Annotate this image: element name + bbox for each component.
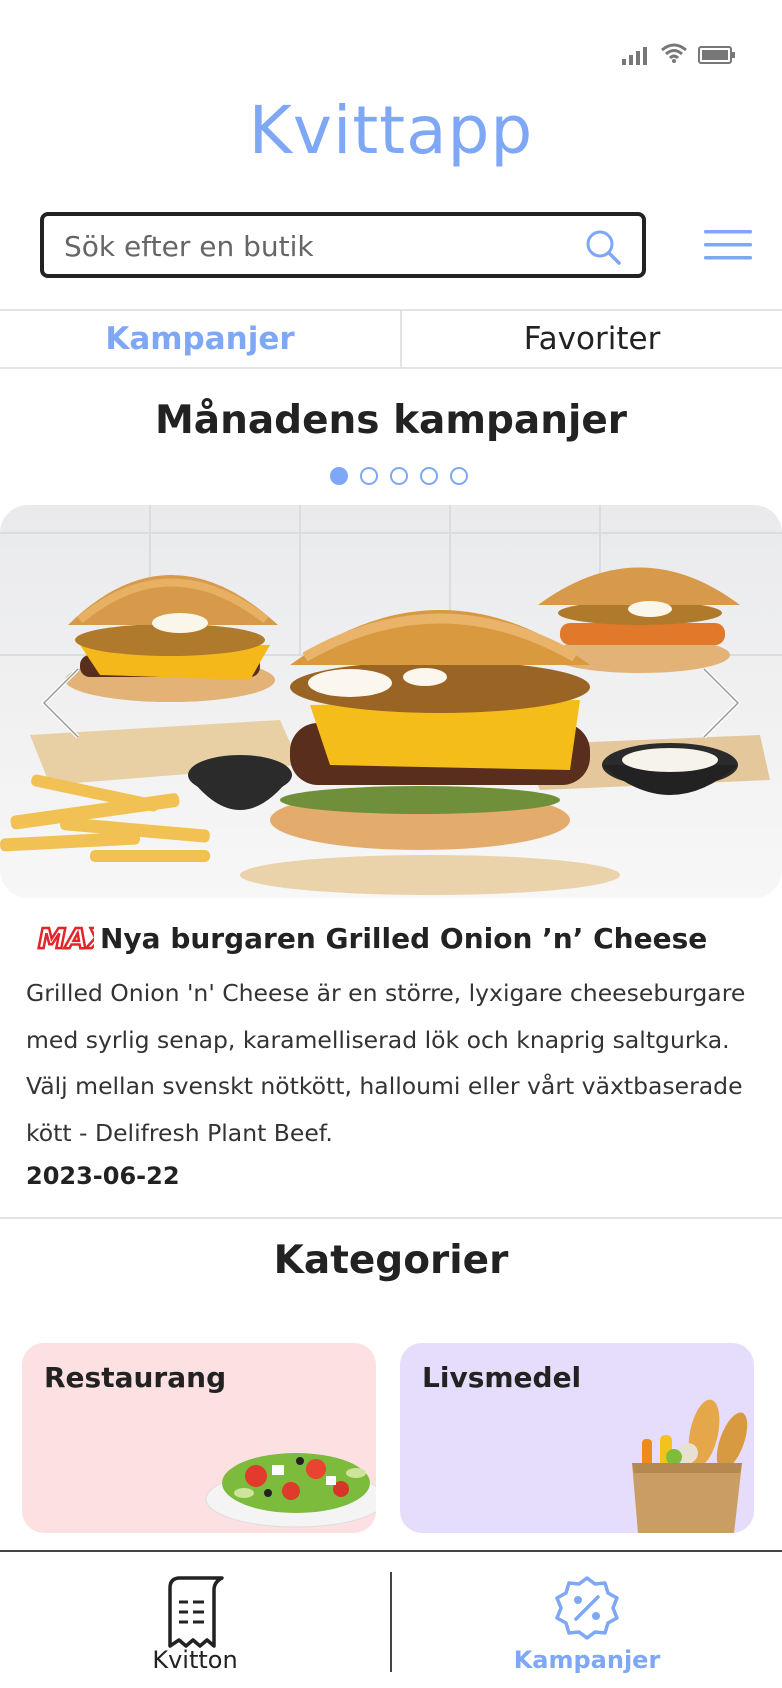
status-bar (622, 40, 742, 70)
carousel-dot[interactable] (330, 467, 348, 485)
carousel-next-arrow-icon[interactable] (700, 665, 744, 741)
signal-icon (622, 47, 647, 65)
campaigns-title: Månadens kampanjer (154, 398, 628, 443)
search-input[interactable] (64, 226, 564, 266)
burger-photo (0, 505, 782, 895)
salad-image (205, 1453, 376, 1528)
category-card-restaurang[interactable]: Restaurang (22, 1343, 376, 1533)
category-card-livsmedel[interactable]: Livsmedel (400, 1343, 754, 1533)
carousel-dot[interactable] (450, 467, 468, 485)
promo-header: MAX Nya burgaren Grilled Onion ’n’ Chees… (36, 918, 756, 962)
tab-favoriter[interactable]: Favoriter (400, 311, 782, 367)
discount-badge-icon (555, 1576, 619, 1640)
carousel-dot[interactable] (360, 467, 378, 485)
section-divider (0, 1217, 782, 1219)
battery-icon (698, 46, 735, 64)
category-label: Livsmedel (422, 1361, 582, 1394)
grocery-bag-image (632, 1399, 748, 1533)
nav-label: Kampanjer (513, 1646, 661, 1674)
bottom-navigation: Kvitton Kampanjer (0, 1550, 782, 1688)
search-icon[interactable] (584, 228, 622, 266)
promo-title[interactable]: Nya burgaren Grilled Onion ’n’ Cheese (100, 922, 707, 955)
carousel-prev-arrow-icon[interactable] (38, 665, 82, 741)
carousel-dot[interactable] (390, 467, 408, 485)
categories-title: Kategorier (273, 1238, 509, 1283)
receipt-icon (168, 1576, 224, 1648)
max-logo-text: MAX (38, 922, 94, 955)
app-title: Kvittapp (248, 92, 534, 169)
carousel-indicator (330, 465, 470, 487)
category-label: Restaurang (44, 1361, 227, 1394)
campaign-carousel[interactable] (0, 505, 782, 898)
promo-date: 2023-06-22 (26, 1162, 180, 1190)
promo-description: Grilled Onion 'n' Cheese är en större, l… (26, 979, 746, 1147)
search-box[interactable] (40, 212, 646, 278)
nav-label: Kvitton (152, 1646, 238, 1674)
max-logo: MAX (37, 921, 94, 956)
nav-item-kampanjer[interactable]: Kampanjer (392, 1552, 782, 1688)
wifi-icon (661, 43, 687, 63)
tab-kampanjer[interactable]: Kampanjer (0, 311, 400, 367)
nav-item-kvitton[interactable]: Kvitton (0, 1552, 390, 1688)
carousel-dot[interactable] (420, 467, 438, 485)
tab-bar: Kampanjer Favoriter (0, 309, 782, 369)
hamburger-menu-icon[interactable] (704, 228, 752, 262)
